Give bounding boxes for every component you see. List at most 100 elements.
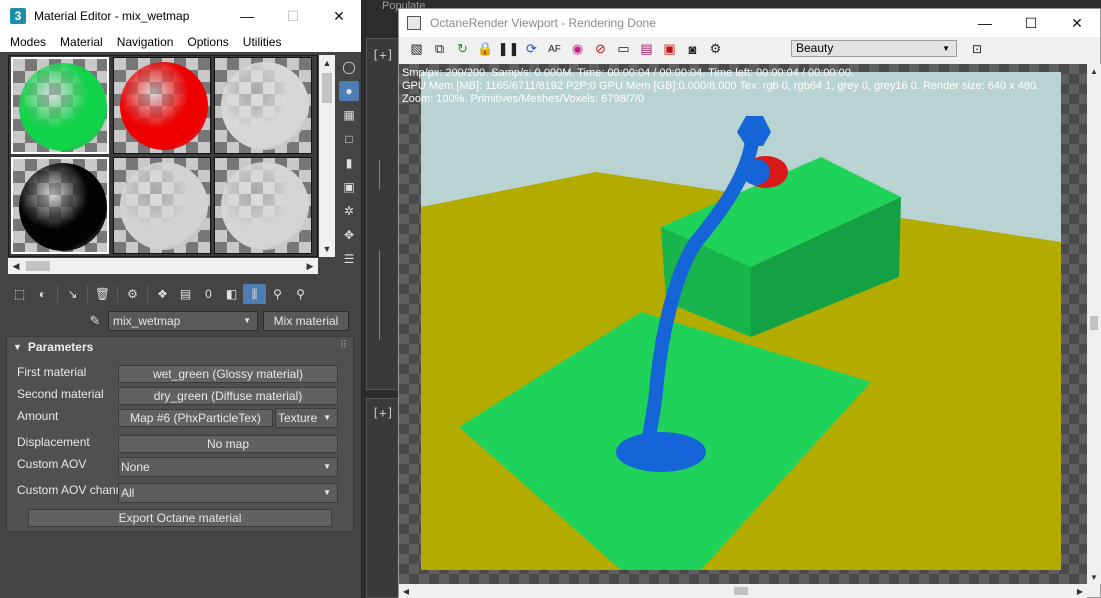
amount-map-button[interactable]: Map #6 (PhxParticleTex) [118, 409, 273, 427]
scroll-up-icon[interactable]: ▲ [319, 55, 335, 71]
render-canvas[interactable]: Smp/px: 200/200. Samp/s: 0.000M. Time: 0… [399, 64, 1087, 584]
export-octane-material-button[interactable]: Export Octane material [28, 509, 332, 527]
delete-icon[interactable]: 🗑 [91, 284, 114, 304]
lock-icon[interactable]: 🔒 [474, 39, 497, 59]
scroll-up-icon[interactable]: ▲ [1087, 64, 1101, 78]
menu-options[interactable]: Options [187, 35, 228, 49]
fit-view-icon[interactable]: ⊡ [969, 40, 985, 57]
parameters-rollout-header[interactable]: ▼ Parameters [7, 337, 353, 357]
scroll-down-icon[interactable]: ▼ [1087, 570, 1101, 584]
rollout-grip-icon[interactable]: ⠿ [340, 340, 347, 351]
menu-modes[interactable]: Modes [10, 35, 46, 49]
color-picker-icon[interactable]: ◉ [566, 39, 589, 59]
custom-aov-channel-dropdown[interactable]: All ▼ [118, 483, 338, 503]
maximize-button[interactable]: ☐ [270, 0, 316, 32]
scroll-thumb[interactable] [1090, 316, 1098, 330]
material-slot[interactable] [214, 57, 312, 154]
scroll-down-icon[interactable]: ▼ [319, 241, 335, 257]
region-render-icon[interactable]: ▭ [612, 39, 635, 59]
scroll-thumb[interactable] [734, 587, 748, 595]
material-slot[interactable] [11, 157, 109, 254]
viewport-label-top[interactable]: [+] [372, 48, 394, 62]
get-material-icon[interactable]: ⬚ [8, 284, 31, 304]
go-to-parent-icon[interactable]: ⚲ [266, 284, 289, 304]
custom-aov-dropdown[interactable]: None ▼ [118, 457, 338, 477]
chevron-down-icon[interactable]: ▼ [243, 312, 251, 330]
go-forward-to-sibling-icon[interactable]: ⚲ [289, 284, 312, 304]
camera-icon[interactable]: ◙ [681, 39, 704, 59]
chevron-down-icon[interactable]: ▼ [323, 409, 331, 427]
menu-utilities[interactable]: Utilities [243, 35, 282, 49]
film-region-icon[interactable]: ▤ [635, 39, 658, 59]
chevron-down-icon[interactable]: ▼ [323, 458, 331, 476]
assign-to-selection-icon[interactable]: ↘ [61, 284, 84, 304]
put-to-scene-icon[interactable]: ◐ [31, 284, 54, 304]
render-horizontal-scrollbar[interactable]: ◀ ▶ [399, 584, 1087, 598]
displacement-map-button[interactable]: No map [118, 435, 338, 453]
material-map-navigator-icon[interactable]: ☰ [339, 249, 359, 269]
render-vertical-scrollbar[interactable]: ▲ ▼ [1087, 64, 1101, 584]
make-preview-icon[interactable]: ▣ [339, 177, 359, 197]
slots-vertical-scrollbar[interactable]: ▲ ▼ [319, 55, 335, 257]
backlight-icon[interactable]: ● [339, 81, 359, 101]
material-editor-window: 3 Material Editor - mix_wetmap — ☐ ✕ Mod… [0, 0, 362, 598]
second-material-button[interactable]: dry_green (Diffuse material) [118, 387, 338, 405]
material-slot[interactable] [11, 57, 109, 154]
material-slot[interactable] [113, 157, 211, 254]
minimize-button[interactable]: — [224, 0, 270, 32]
octane-titlebar[interactable]: OctaneRender Viewport - Rendering Done —… [399, 9, 1100, 37]
scroll-thumb[interactable] [26, 261, 50, 271]
viewport-top[interactable] [366, 38, 400, 390]
menu-material[interactable]: Material [60, 35, 103, 49]
recompile-icon[interactable]: ⟳ [520, 39, 543, 59]
close-button[interactable]: ✕ [1054, 7, 1100, 39]
slots-horizontal-scrollbar[interactable]: ◀ ▶ [8, 258, 318, 274]
scroll-right-icon[interactable]: ▶ [302, 258, 318, 274]
window-title: Material Editor - mix_wetmap [34, 9, 190, 23]
clear-icon[interactable]: ⊘ [589, 39, 612, 59]
material-name-field[interactable]: mix_wetmap ▼ [108, 311, 258, 331]
eyedropper-icon[interactable]: ✎ [86, 312, 104, 330]
restart-render-icon[interactable]: ↻ [451, 39, 474, 59]
scroll-left-icon[interactable]: ◀ [399, 584, 413, 598]
zero-id-icon[interactable]: 0 [197, 284, 220, 304]
video-color-check-icon[interactable]: ▮ [339, 153, 359, 173]
material-id-channel-icon[interactable]: ▤ [174, 284, 197, 304]
make-unique-icon[interactable]: ⚙ [121, 284, 144, 304]
scroll-left-icon[interactable]: ◀ [8, 258, 24, 274]
material-editor-titlebar[interactable]: 3 Material Editor - mix_wetmap — ☐ ✕ [0, 0, 361, 32]
collapse-triangle-icon[interactable]: ▼ [13, 342, 22, 352]
show-end-result-icon[interactable]: ⫼ [243, 284, 266, 304]
camera-view-icon[interactable]: ▣ [658, 39, 681, 59]
amount-label: Amount [17, 409, 59, 423]
sample-uv-tiling-icon[interactable]: □ [339, 129, 359, 149]
sample-type-icon[interactable]: ◯ [339, 57, 359, 77]
background-checker-icon[interactable]: ▦ [339, 105, 359, 125]
close-button[interactable]: ✕ [316, 0, 362, 32]
minimize-button[interactable]: — [962, 7, 1008, 39]
copy-render-icon[interactable]: ⧉ [428, 39, 451, 59]
scroll-thumb[interactable] [322, 73, 332, 103]
material-slot[interactable] [214, 157, 312, 254]
select-by-material-icon[interactable]: ✥ [339, 225, 359, 245]
show-map-in-viewport-icon[interactable]: ◧ [220, 284, 243, 304]
render-teapot-liquid [742, 159, 770, 185]
render-pass-dropdown[interactable]: Beauty ▼ [791, 40, 957, 57]
first-material-button[interactable]: wet_green (Glossy material) [118, 365, 338, 383]
options-icon[interactable]: ✲ [339, 201, 359, 221]
amount-type-dropdown[interactable]: Texture ▼ [275, 408, 338, 428]
menu-navigation[interactable]: Navigation [117, 35, 174, 49]
chevron-down-icon[interactable]: ▼ [942, 41, 950, 56]
maximize-button[interactable]: ☐ [1008, 7, 1054, 39]
scroll-right-icon[interactable]: ▶ [1073, 584, 1087, 598]
viewport-bottom[interactable] [366, 398, 400, 598]
put-to-library-icon[interactable]: ❖ [151, 284, 174, 304]
settings-icon[interactable]: ⚙ [704, 39, 727, 59]
viewport-label-bottom[interactable]: [+] [372, 406, 394, 420]
chevron-down-icon[interactable]: ▼ [323, 484, 331, 502]
save-render-icon[interactable]: ▧ [405, 39, 428, 59]
material-type-button[interactable]: Mix material [263, 311, 349, 331]
autofocus-icon[interactable]: AF [543, 39, 566, 59]
material-slot[interactable] [113, 57, 211, 154]
pause-icon[interactable]: ❚❚ [497, 39, 520, 59]
